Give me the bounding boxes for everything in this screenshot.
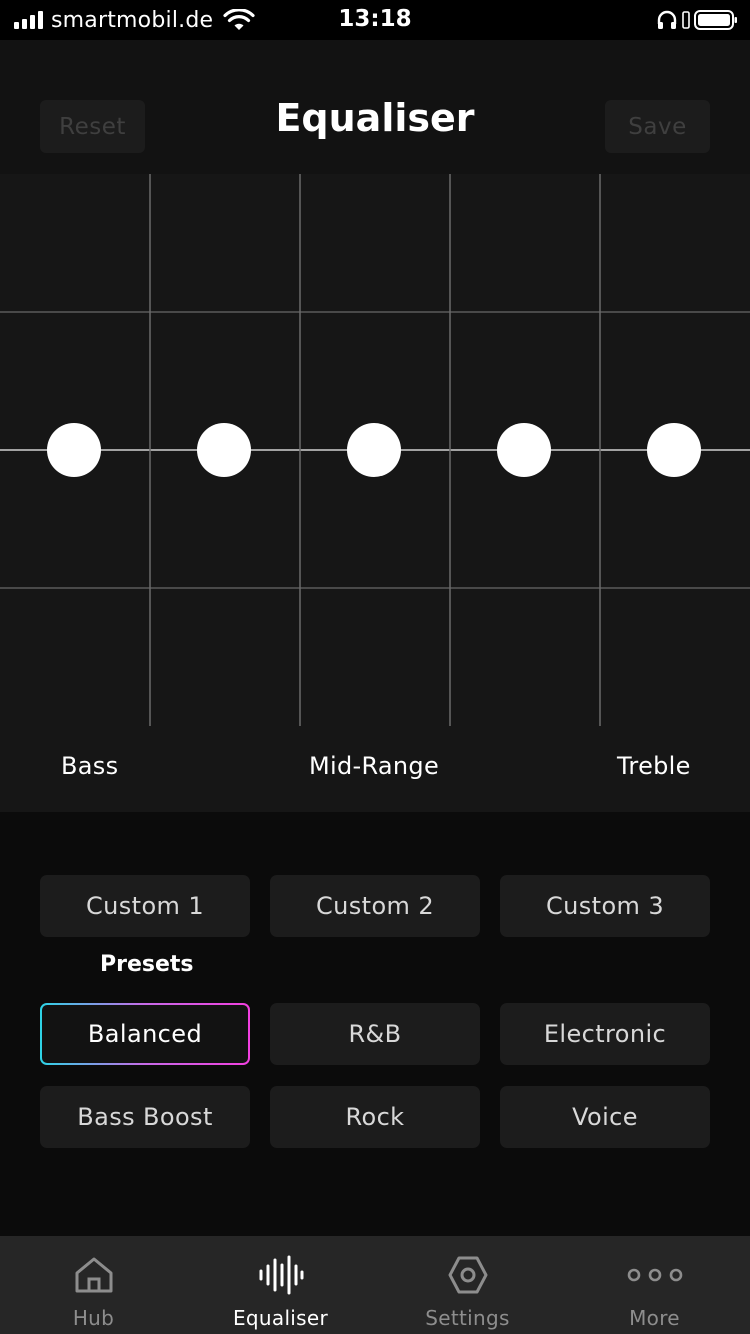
hexagon-gear-icon [448, 1256, 487, 1294]
custom-3-button[interactable]: Custom 3 [500, 875, 710, 937]
custom-2-button[interactable]: Custom 2 [270, 875, 480, 937]
tab-label-hub: Hub [72, 1306, 115, 1330]
orientation-lock-icon [682, 11, 690, 29]
tab-more[interactable]: More [561, 1236, 748, 1334]
tab-label-more: More [629, 1306, 680, 1330]
tab-label-settings: Settings [425, 1306, 510, 1330]
eq-band-knob-5[interactable] [647, 423, 701, 477]
preset-rnb-button[interactable]: R&B [270, 1003, 480, 1065]
tab-hub[interactable]: Hub [0, 1236, 187, 1334]
tab-equaliser[interactable]: Equaliser [187, 1236, 374, 1334]
band-label-bass: Bass [61, 752, 119, 780]
status-bar: smartmobil.de 13:18 [0, 0, 750, 40]
preset-electronic-button[interactable]: Electronic [500, 1003, 710, 1065]
band-label-mid-range: Mid-Range [309, 752, 440, 780]
custom-1-button[interactable]: Custom 1 [40, 875, 250, 937]
preset-area: Custom 1 Custom 2 Custom 3 Presets Balan… [0, 812, 750, 1236]
waveform-icon [259, 1255, 303, 1295]
status-time: 13:18 [338, 6, 412, 32]
band-labels: Bass Mid-Range Treble [0, 726, 750, 812]
eq-band-knob-1[interactable] [47, 423, 101, 477]
eq-graph-svg [0, 174, 750, 726]
battery-icon [694, 10, 737, 30]
tab-label-equaliser: Equaliser [232, 1306, 329, 1330]
more-dots-icon [627, 1268, 682, 1282]
header: Reset Equaliser Save [0, 40, 750, 174]
preset-balanced-button[interactable]: Balanced [40, 1003, 250, 1065]
eq-band-knob-4[interactable] [497, 423, 551, 477]
preset-rock-button[interactable]: Rock [270, 1086, 480, 1148]
tab-bar: Hub Equaliser Settings More [0, 1236, 750, 1334]
preset-voice-button[interactable]: Voice [500, 1086, 710, 1148]
eq-band-knob-2[interactable] [197, 423, 251, 477]
presets-heading: Presets [100, 952, 194, 977]
tab-settings[interactable]: Settings [374, 1236, 561, 1334]
band-label-treble: Treble [617, 752, 691, 780]
status-right [656, 8, 738, 32]
eq-band-knob-3[interactable] [347, 423, 401, 477]
save-button[interactable]: Save [605, 100, 710, 153]
headphones-icon [657, 10, 677, 29]
home-icon [75, 1257, 112, 1293]
equaliser-graph [0, 174, 750, 726]
preset-bass-boost-button[interactable]: Bass Boost [40, 1086, 250, 1148]
